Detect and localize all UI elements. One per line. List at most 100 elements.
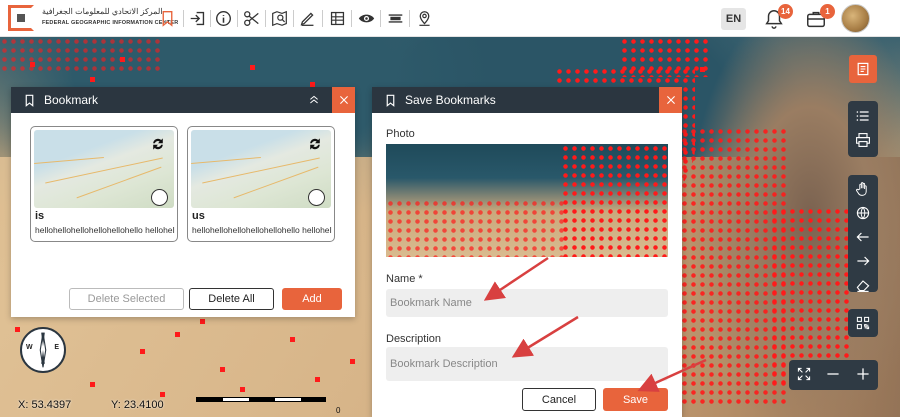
- scissors-icon[interactable]: [241, 8, 261, 28]
- map-tools-group-2: [848, 175, 878, 292]
- bookmark-name: is: [35, 210, 45, 222]
- notifications-badge: 14: [778, 4, 793, 19]
- bookmark-select-radio[interactable]: [151, 189, 168, 206]
- fullscreen-button[interactable]: [796, 366, 812, 385]
- minus-icon: [827, 372, 840, 375]
- scale-bar: [196, 397, 326, 402]
- toolbar-divider: [210, 10, 211, 27]
- collapse-icon[interactable]: [308, 94, 320, 106]
- x-coordinate: X: 53.4397: [18, 399, 72, 411]
- bookmark-panel-header: Bookmark: [11, 87, 355, 113]
- panel-title: Bookmark: [44, 93, 99, 107]
- toolbar-divider: [237, 10, 238, 27]
- save-panel-header: Save Bookmarks: [372, 87, 682, 113]
- layout-icon[interactable]: [385, 8, 405, 28]
- list-icon: [856, 111, 869, 121]
- pan-button[interactable]: [848, 177, 878, 201]
- bookmark-description-field[interactable]: [386, 347, 668, 381]
- bookmark-card[interactable]: is hellohellohellohellohellohello helloh…: [30, 126, 178, 242]
- map-feature: [90, 77, 95, 82]
- eye-icon[interactable]: [356, 8, 376, 28]
- draw-icon[interactable]: [297, 8, 317, 28]
- map-feature: [700, 67, 705, 72]
- bookmark-icon[interactable]: [157, 8, 177, 28]
- qr-code-button[interactable]: [848, 311, 878, 335]
- messages-badge: 1: [820, 4, 835, 19]
- previous-extent-button[interactable]: [848, 225, 878, 249]
- avatar[interactable]: [841, 4, 870, 33]
- location-pin-icon[interactable]: [414, 8, 434, 28]
- delete-selected-button[interactable]: Delete Selected: [69, 288, 184, 310]
- bookmark-photo: [386, 144, 668, 257]
- map-search-icon[interactable]: [269, 8, 289, 28]
- scale-zero-label: 0: [336, 406, 341, 415]
- toolbar-divider: [265, 10, 266, 27]
- arrow-right-icon: [857, 256, 870, 266]
- logo-mark: [8, 5, 34, 31]
- compass-west: W: [26, 344, 33, 351]
- bookmark-card[interactable]: us hellohellohellohellohellohello helloh…: [187, 126, 335, 242]
- delete-all-button[interactable]: Delete All: [189, 288, 274, 310]
- close-icon: [339, 96, 348, 104]
- map-feature: [175, 332, 180, 337]
- arrow-left-icon: [856, 232, 869, 242]
- print-button[interactable]: [848, 128, 878, 152]
- bookmark-name-field[interactable]: [386, 289, 668, 317]
- globe-icon: [856, 206, 870, 220]
- bookmark-icon: [25, 94, 34, 107]
- map-feature: [315, 377, 320, 382]
- map-feature: [350, 359, 355, 364]
- close-button[interactable]: [332, 87, 355, 113]
- toolbar-divider: [409, 10, 410, 27]
- table-icon[interactable]: [327, 8, 347, 28]
- photo-feature-cluster: [386, 199, 566, 257]
- bookmark-description: hellohellohellohellohellohello hellohell…: [35, 225, 175, 235]
- bookmark-icon: [386, 94, 395, 107]
- compass-widget[interactable]: W E: [20, 327, 66, 373]
- plus-icon: [857, 367, 869, 380]
- notifications-button[interactable]: 14: [761, 4, 793, 32]
- sync-icon[interactable]: [307, 136, 323, 152]
- eraser-icon: [856, 280, 870, 292]
- layers-list-button[interactable]: [848, 104, 878, 128]
- map-feature-cluster: [620, 37, 710, 77]
- next-extent-button[interactable]: [848, 249, 878, 273]
- login-icon[interactable]: [187, 8, 207, 28]
- map-feature: [15, 327, 20, 332]
- name-label: Name *: [386, 273, 423, 285]
- language-toggle-button[interactable]: EN: [721, 8, 746, 30]
- qr-code-icon: [856, 316, 870, 330]
- toolbar-divider: [183, 10, 184, 27]
- full-extent-button[interactable]: [848, 201, 878, 225]
- info-icon[interactable]: [213, 8, 233, 28]
- close-icon: [666, 96, 675, 104]
- map-feature: [200, 319, 205, 324]
- photo-feature-cluster: [561, 144, 668, 257]
- zoom-out-button[interactable]: [825, 366, 841, 385]
- fgic-logo[interactable]: المركز الاتحادي للمعلومات الجغرافية FEDE…: [8, 5, 178, 31]
- hand-icon: [856, 182, 867, 196]
- map-feature: [220, 367, 225, 372]
- cancel-button[interactable]: Cancel: [522, 388, 596, 411]
- bookmark-select-radio[interactable]: [308, 189, 325, 206]
- briefcase-button[interactable]: 1: [803, 4, 835, 32]
- close-button[interactable]: [659, 87, 682, 113]
- panel-title: Save Bookmarks: [405, 93, 496, 107]
- print-icon: [856, 133, 870, 147]
- toolbar-divider: [293, 10, 294, 27]
- map-feature: [240, 387, 245, 392]
- map-feature: [120, 57, 125, 62]
- map-tools-group-1: [848, 101, 878, 157]
- add-bookmark-button[interactable]: Add: [282, 288, 342, 310]
- map-feature: [250, 65, 255, 70]
- save-bookmarks-panel: Save Bookmarks Photo Name * Description …: [372, 87, 682, 417]
- map-feature: [140, 349, 145, 354]
- zoom-in-button[interactable]: [855, 366, 871, 385]
- save-button[interactable]: Save: [603, 388, 668, 411]
- clear-button[interactable]: [848, 273, 878, 297]
- legend-button[interactable]: [849, 55, 877, 83]
- expand-icon: [797, 367, 810, 380]
- legend-icon: [857, 62, 869, 76]
- bookmark-name: us: [192, 210, 205, 222]
- sync-icon[interactable]: [150, 136, 166, 152]
